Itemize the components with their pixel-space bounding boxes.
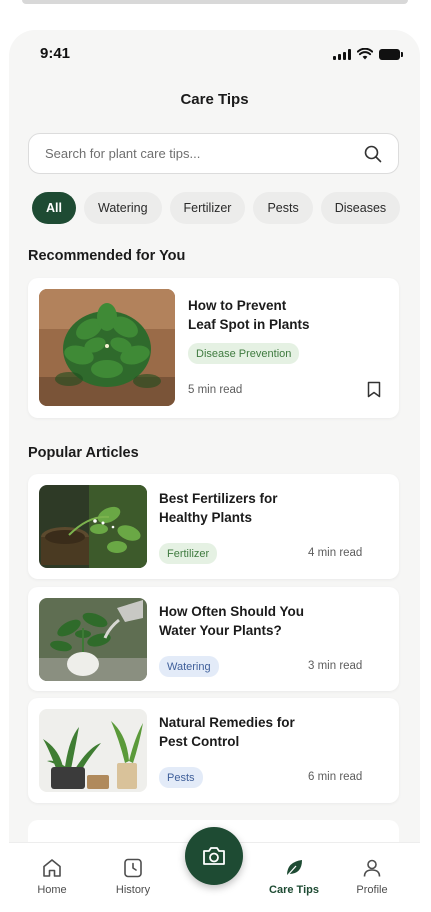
article-title: Best Fertilizers for Healthy Plants <box>159 491 278 525</box>
read-time: 3 min read <box>308 660 363 672</box>
history-icon <box>124 858 142 878</box>
read-time: 5 min read <box>188 384 243 396</box>
article-tag: Disease Prevention <box>188 343 300 364</box>
nav-item-history[interactable]: History <box>98 857 168 896</box>
read-time: 4 min read <box>308 547 363 559</box>
profile-icon <box>363 859 381 877</box>
nav-label: Profile <box>356 884 388 896</box>
filter-chip-all[interactable]: All <box>32 192 76 224</box>
filter-chip-pests[interactable]: Pests <box>253 192 313 224</box>
camera-icon <box>203 847 225 865</box>
search-input[interactable] <box>45 134 345 173</box>
nav-item-home[interactable]: Home <box>17 857 87 896</box>
bookmark-icon[interactable] <box>367 381 381 398</box>
battery-icon <box>379 48 403 60</box>
article-thumbnail <box>39 709 147 792</box>
article-title: How to Prevent Leaf Spot in Plants <box>188 298 310 332</box>
page-title: Care Tips <box>180 91 249 108</box>
filter-chip-diseases[interactable]: Diseases <box>320 192 401 224</box>
read-time: 6 min read <box>308 771 363 783</box>
nav-label: Home <box>37 884 67 896</box>
status-icons <box>333 48 403 60</box>
popular-section-title: Popular Articles <box>28 445 139 461</box>
filter-chips: All Watering Fertilizer Pests Diseases <box>32 192 401 224</box>
background-window-edge <box>22 0 408 4</box>
search-icon[interactable] <box>364 145 382 163</box>
search-bar[interactable] <box>28 133 399 174</box>
article-title: How Often Should You Water Your Plants? <box>159 604 304 638</box>
popular-article-card[interactable]: Natural Remedies for Pest Control Pests … <box>28 698 399 803</box>
article-thumbnail <box>39 598 147 681</box>
article-tag: Pests <box>159 767 203 788</box>
nav-label: Care Tips <box>269 884 319 896</box>
article-tag: Watering <box>159 656 219 677</box>
wifi-icon <box>357 48 373 60</box>
recommended-article-card[interactable]: How to Prevent Leaf Spot in Plants Disea… <box>28 278 399 418</box>
status-time: 9:41 <box>40 45 71 62</box>
camera-scan-button[interactable] <box>185 827 243 885</box>
status-bar: 9:41 <box>9 30 420 80</box>
nav-label: History <box>115 884 151 896</box>
recommended-section-title: Recommended for You <box>28 248 186 264</box>
leaf-icon <box>286 860 302 877</box>
phone-screen: 9:41 Care Tips All Watering Fertilizer P… <box>9 30 420 912</box>
article-tag: Fertilizer <box>159 543 218 564</box>
article-thumbnail <box>39 289 175 406</box>
article-thumbnail <box>39 485 147 568</box>
filter-chip-watering[interactable]: Watering <box>83 192 162 224</box>
popular-article-card[interactable]: How Often Should You Water Your Plants? … <box>28 587 399 691</box>
popular-article-card[interactable]: Best Fertilizers for Healthy Plants Fert… <box>28 474 399 579</box>
nav-item-care-tips[interactable]: Care Tips <box>259 857 329 896</box>
filter-chip-fertilizer[interactable]: Fertilizer <box>169 192 246 224</box>
cellular-signal-icon <box>333 48 351 60</box>
article-title: Natural Remedies for Pest Control <box>159 715 295 749</box>
home-icon <box>43 859 61 877</box>
nav-item-profile[interactable]: Profile <box>337 857 407 896</box>
